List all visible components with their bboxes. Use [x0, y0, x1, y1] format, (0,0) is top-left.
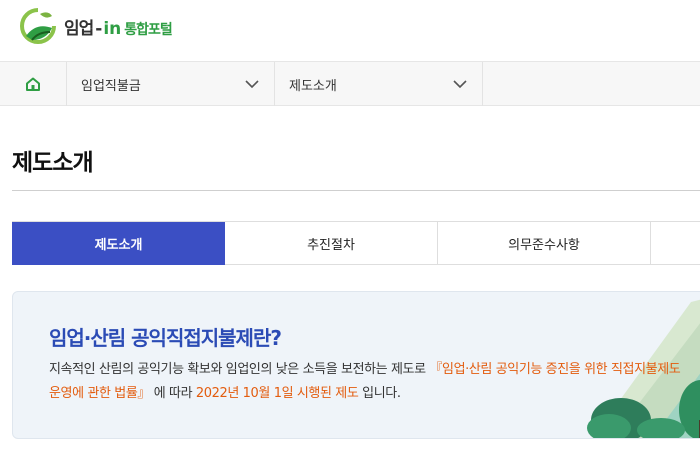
logo-in-text: in [103, 18, 122, 39]
intro-title: 임업·산림 공익직접지불제란? [49, 326, 282, 350]
intro-effective-date: 2022년 10월 1일 시행된 제도 [195, 386, 359, 401]
intro-text-after: 입니다. [358, 386, 401, 401]
tab-obligations[interactable]: 의무준수사항 [438, 222, 651, 265]
logo-mark-icon [20, 8, 56, 44]
intro-box: 임업·산림 공익직접지불제란? 지속적인 산림의 공익기능 확보와 임업인의 낮… [12, 291, 700, 439]
breadcrumb-level2-label: 제도소개 [289, 78, 337, 94]
breadcrumb-level1-label: 임업직불금 [81, 78, 141, 94]
logo-main-text: 임업 [64, 18, 94, 39]
chevron-down-icon [453, 80, 467, 89]
intro-description: 지속적인 산림의 공익기능 확보와 임업인의 낮은 소득을 보전하는 제도로 『… [49, 358, 689, 406]
intro-text-middle: 에 따라 [150, 386, 196, 401]
breadcrumb-home-button[interactable] [0, 62, 67, 106]
tab-procedure[interactable]: 추진절차 [225, 222, 438, 265]
tab-overflow-area [651, 222, 700, 265]
chevron-down-icon [245, 80, 259, 89]
breadcrumb-menu-level2[interactable]: 제도소개 [275, 62, 483, 106]
breadcrumb-menu-level1[interactable]: 임업직불금 [67, 62, 275, 106]
logo-sub-text: 통합포털 [124, 21, 173, 38]
home-icon [26, 77, 40, 91]
page-title: 제도소개 [12, 150, 94, 176]
title-divider [12, 190, 700, 191]
site-header: 임업 - in 통합포털 [0, 0, 700, 62]
logo-dash: - [95, 18, 102, 39]
site-logo[interactable]: 임업 - in 통합포털 [18, 6, 173, 46]
breadcrumb: 임업직불금 제도소개 [0, 62, 700, 106]
tab-intro[interactable]: 제도소개 [12, 222, 225, 265]
content-tabs: 제도소개 추진절차 의무준수사항 [12, 221, 700, 265]
intro-text-before: 지속적인 산림의 공익기능 확보와 임업인의 낮은 소득을 보전하는 제도로 [49, 362, 430, 377]
